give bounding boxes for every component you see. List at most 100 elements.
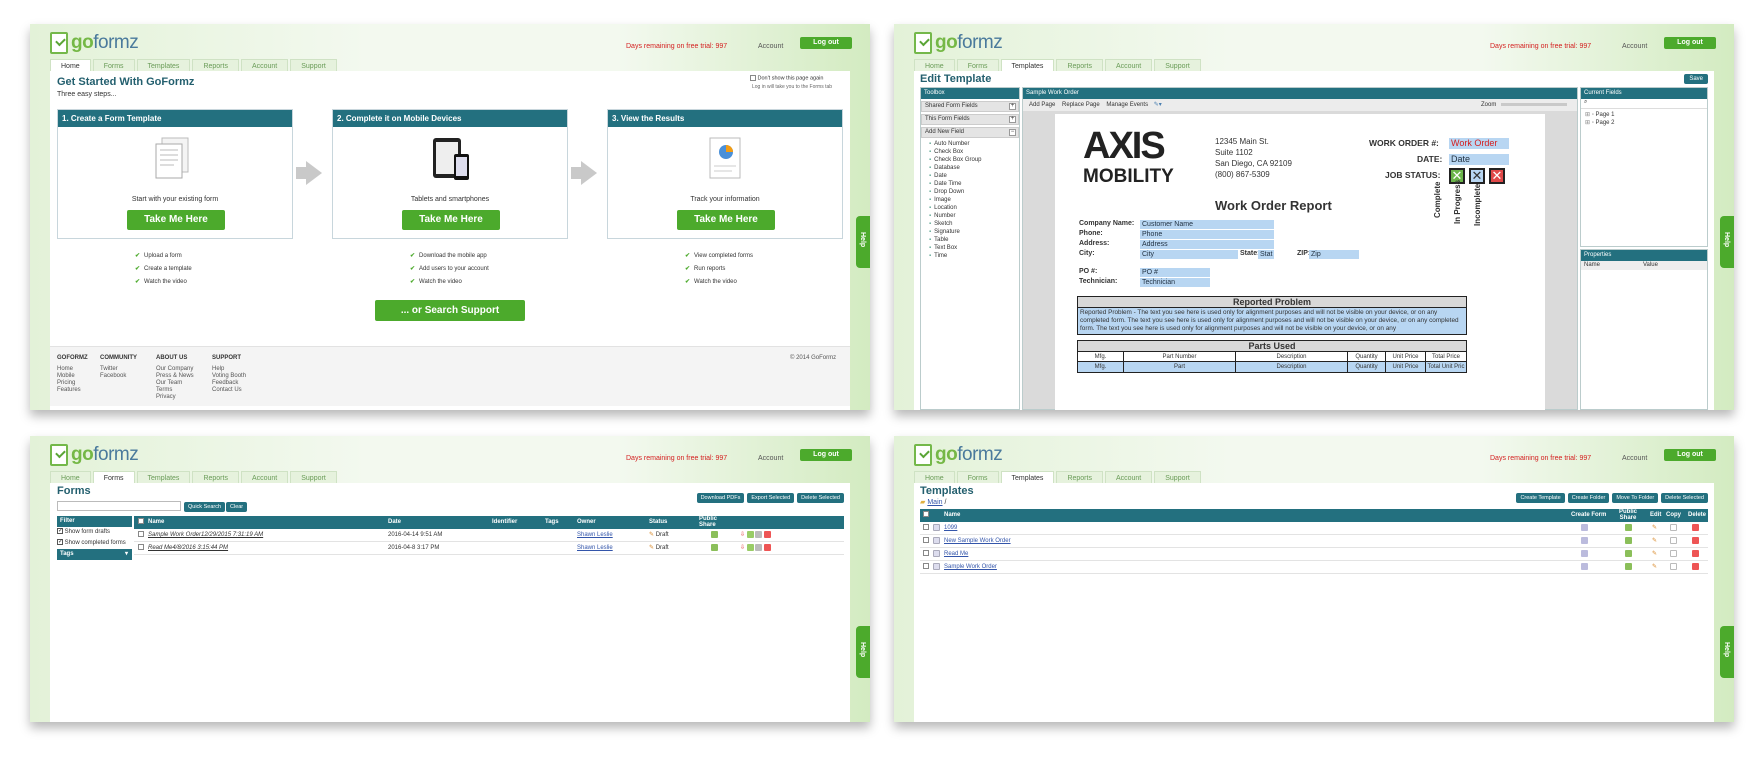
footer-link[interactable]: Our Team xyxy=(156,380,194,387)
email-icon[interactable] xyxy=(746,543,754,551)
logout-button[interactable]: Log out xyxy=(800,449,852,461)
pen-icon[interactable]: ✎▾ xyxy=(1154,102,1162,108)
tags-dropdown[interactable]: Tags ▾ xyxy=(57,549,132,560)
share-icon[interactable] xyxy=(1625,523,1632,531)
company-field[interactable]: Customer Name xyxy=(1140,220,1274,229)
delete-icon[interactable] xyxy=(1692,562,1699,570)
field-type-item[interactable]: Sketch xyxy=(929,220,1019,228)
save-button[interactable]: Save xyxy=(1684,74,1708,84)
field-type-item[interactable]: Check Box Group xyxy=(929,156,1019,164)
form-name-link[interactable]: Sample Work Order12/29/2015 7:31:19 AM xyxy=(148,529,263,542)
list-item[interactable]: ✔ Watch the video xyxy=(135,276,192,289)
list-item[interactable]: ✔ View completed forms xyxy=(685,250,753,263)
quick-search-button[interactable]: Quick Search xyxy=(184,502,226,512)
create-folder-button[interactable]: Create Folder xyxy=(1567,493,1610,503)
breadcrumb-main[interactable]: Main xyxy=(927,499,942,506)
pdf-icon[interactable]: ⇩ xyxy=(740,532,745,538)
create-form-icon[interactable] xyxy=(1581,562,1588,570)
help-tab[interactable]: Help xyxy=(856,216,870,268)
field-type-item[interactable]: Text Box xyxy=(929,244,1019,252)
list-item[interactable]: ✔ Run reports xyxy=(685,263,753,276)
edit-icon[interactable]: ✎ xyxy=(1652,525,1657,531)
move-to-folder-button[interactable]: Move To Folder xyxy=(1612,493,1659,503)
filter-option[interactable]: ✓ Show completed forms xyxy=(57,538,132,549)
list-item[interactable]: ✔ Create a template xyxy=(135,263,192,276)
column-header[interactable]: Name xyxy=(944,509,960,522)
footer-link[interactable]: Facebook xyxy=(100,373,137,380)
delete-icon[interactable] xyxy=(1692,549,1699,557)
account-link[interactable]: Account xyxy=(758,455,783,462)
work-order-field[interactable]: Work Order xyxy=(1449,138,1509,149)
list-item[interactable]: ✔ Add users to your account xyxy=(410,263,489,276)
print-icon[interactable] xyxy=(755,543,763,551)
table-row[interactable]: Sample Work Order12/29/2015 7:31:19 AM 2… xyxy=(134,529,844,542)
date-field[interactable]: Date xyxy=(1449,154,1509,165)
field-type-item[interactable]: Date Time xyxy=(929,180,1019,188)
tree-item-page-2[interactable]: ⊞ ▫ Page 2 xyxy=(1585,119,1707,127)
edit-icon[interactable]: ✎ xyxy=(1652,564,1657,570)
create-form-icon[interactable] xyxy=(1581,549,1588,557)
delete-icon[interactable] xyxy=(1692,523,1699,531)
owner-link[interactable]: Shawn Leslie xyxy=(577,545,613,551)
field-type-item[interactable]: Image xyxy=(929,196,1019,204)
share-icon[interactable] xyxy=(711,530,718,538)
field-type-item[interactable]: Location xyxy=(929,204,1019,212)
table-row[interactable]: Sample Work Order ✎ xyxy=(920,561,1708,574)
list-item[interactable]: ✔ Download the mobile app xyxy=(410,250,489,263)
goformz-logo[interactable]: goformz xyxy=(914,30,1003,56)
delete-icon[interactable] xyxy=(764,543,772,551)
zip-field[interactable]: Zip xyxy=(1309,250,1359,259)
delete-selected-button[interactable]: Delete Selected xyxy=(1661,493,1708,503)
account-link[interactable]: Account xyxy=(1622,455,1647,462)
pdf-icon[interactable]: ⇩ xyxy=(740,545,745,551)
template-link[interactable]: 1099 xyxy=(944,525,957,531)
city-field[interactable]: City xyxy=(1140,250,1238,259)
template-link[interactable]: Read Me xyxy=(944,551,968,557)
share-icon[interactable] xyxy=(711,543,718,551)
column-header[interactable]: Identifier xyxy=(492,516,517,529)
goformz-logo[interactable]: goformz xyxy=(50,30,139,56)
delete-selected-button[interactable]: Delete Selected xyxy=(797,493,844,503)
search-input[interactable] xyxy=(57,501,181,511)
row-checkbox[interactable] xyxy=(138,531,144,538)
copy-icon[interactable] xyxy=(1670,523,1677,531)
field-type-item[interactable]: Date xyxy=(929,172,1019,180)
delete-icon[interactable] xyxy=(1692,536,1699,544)
field-type-item[interactable]: Auto Number xyxy=(929,140,1019,148)
add-new-field-section[interactable]: Add New Field − xyxy=(921,127,1019,138)
table-row[interactable]: New Sample Work Order ✎ xyxy=(920,535,1708,548)
column-header[interactable]: Tags xyxy=(545,516,559,529)
reported-problem-field[interactable]: Reported Problem - The text you see here… xyxy=(1078,308,1466,334)
template-link[interactable]: Sample Work Order xyxy=(944,564,997,570)
share-icon[interactable] xyxy=(1625,549,1632,557)
row-checkbox[interactable] xyxy=(923,537,929,544)
goformz-logo[interactable]: goformz xyxy=(914,442,1003,468)
take-me-here-button-2[interactable]: Take Me Here xyxy=(402,210,500,230)
dont-show-option[interactable]: Don't show this page again xyxy=(750,75,823,81)
footer-link[interactable]: Press & News xyxy=(156,373,194,380)
help-tab[interactable]: Help xyxy=(1720,216,1734,268)
template-link[interactable]: New Sample Work Order xyxy=(944,538,1011,544)
download-pdfs-button[interactable]: Download PDFs xyxy=(696,493,745,503)
footer-link[interactable]: Privacy xyxy=(156,394,194,401)
share-icon[interactable] xyxy=(1625,562,1632,570)
shared-fields-section[interactable]: Shared Form Fields + xyxy=(921,101,1019,112)
form-name-link[interactable]: Read Me4/8/2016 3:15:44 PM xyxy=(148,542,228,555)
search-icon[interactable]: ⌕ xyxy=(1581,99,1707,109)
footer-link[interactable]: Voting Booth xyxy=(212,373,246,380)
footer-link[interactable]: Help xyxy=(212,366,246,373)
table-row[interactable]: Read Me4/8/2016 3:15:44 PM 2016-04-8 3:1… xyxy=(134,542,844,555)
state-field[interactable]: Stat xyxy=(1258,250,1274,259)
column-header[interactable]: Status xyxy=(649,516,667,529)
zoom-slider[interactable] xyxy=(1501,103,1567,106)
replace-page-button[interactable]: Replace Page xyxy=(1062,102,1100,108)
logout-button[interactable]: Log out xyxy=(1664,449,1716,461)
email-icon[interactable] xyxy=(746,530,754,538)
account-link[interactable]: Account xyxy=(1622,43,1647,50)
table-row[interactable]: Read Me ✎ xyxy=(920,548,1708,561)
search-support-button[interactable]: ... or Search Support xyxy=(375,300,525,321)
logout-button[interactable]: Log out xyxy=(800,37,852,49)
footer-link[interactable]: Terms xyxy=(156,387,194,394)
this-fields-section[interactable]: This Form Fields + xyxy=(921,114,1019,125)
footer-link[interactable]: Twitter xyxy=(100,366,137,373)
